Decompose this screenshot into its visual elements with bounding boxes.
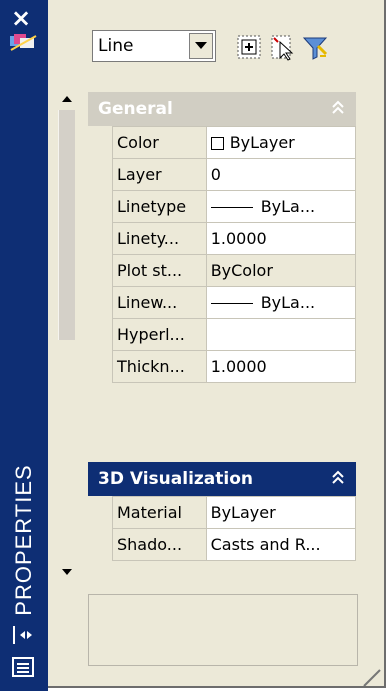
property-row[interactable]: Hyperl... (112, 318, 357, 351)
close-icon[interactable]: × (11, 6, 31, 30)
property-row[interactable]: Thickn... 1.0000 (112, 350, 357, 383)
palette-title-text: PROPERTIES (11, 464, 36, 616)
lineweight-sample-icon (210, 303, 253, 304)
object-type-dropdown[interactable]: Line (92, 30, 216, 62)
property-row[interactable]: Linew... ByLa... (112, 286, 357, 319)
palette-title: PROPERTIES (6, 450, 42, 630)
property-value[interactable]: Casts and R... (205, 528, 357, 561)
property-name: Linew... (112, 286, 207, 319)
property-value[interactable]: ByLayer (205, 496, 357, 529)
property-value[interactable]: ByLayer (205, 126, 357, 159)
property-row[interactable]: Linety... 1.0000 (112, 222, 357, 255)
property-name: Color (112, 126, 207, 159)
property-value[interactable]: 1.0000 (205, 350, 357, 383)
property-name: Linetype (112, 190, 207, 223)
scroll-up-icon[interactable] (60, 92, 74, 106)
property-value[interactable]: 0 (205, 158, 357, 191)
select-objects-icon[interactable] (268, 32, 298, 62)
section-title: 3D Visualization (98, 469, 253, 489)
property-name: Material (112, 496, 207, 529)
property-row[interactable]: Color ByLayer (112, 126, 357, 159)
dropdown-button[interactable] (189, 33, 213, 59)
properties-app-icon (10, 34, 37, 51)
property-row[interactable]: Plot st... ByColor (112, 254, 357, 287)
property-value[interactable]: ByLa... (205, 190, 357, 223)
row-gutter (88, 126, 112, 438)
description-panel (88, 594, 358, 666)
property-name: Layer (112, 158, 207, 191)
color-swatch-icon (210, 137, 224, 150)
object-type-value: Line (98, 36, 134, 56)
property-value[interactable]: 1.0000 (205, 222, 357, 255)
property-value-text: ByLa... (260, 293, 316, 312)
property-row[interactable]: Shado... Casts and R... (112, 528, 357, 561)
property-row[interactable]: Layer 0 (112, 158, 357, 191)
property-value-text: ByLa... (260, 197, 316, 216)
property-value: ByColor (205, 254, 357, 287)
general-properties-table: Color ByLayer Layer 0 Linetype ByLa... L… (112, 126, 357, 383)
collapse-icon[interactable] (330, 99, 346, 117)
property-name: Plot st... (112, 254, 207, 287)
linetype-sample-icon (210, 207, 253, 208)
section-title: General (98, 99, 173, 119)
visualization-properties-table: Material ByLayer Shado... Casts and R... (112, 496, 357, 561)
scrollbar-thumb[interactable] (58, 110, 75, 340)
property-value[interactable]: ByLa... (205, 286, 357, 319)
properties-menu-icon[interactable] (11, 656, 35, 678)
section-header-3d-visualization[interactable]: 3D Visualization (88, 462, 356, 496)
autohide-icon[interactable] (10, 624, 38, 646)
property-name: Linety... (112, 222, 207, 255)
toggle-pickadd-icon[interactable] (234, 32, 264, 62)
collapse-icon[interactable] (330, 469, 346, 487)
property-value-text: ByLayer (229, 133, 295, 152)
property-value[interactable] (205, 318, 357, 351)
row-gutter (88, 496, 112, 574)
quick-select-icon[interactable] (300, 32, 330, 62)
property-row[interactable]: Linetype ByLa... (112, 190, 357, 223)
property-name: Thickn... (112, 350, 207, 383)
property-row[interactable]: Material ByLayer (112, 496, 357, 529)
property-name: Shado... (112, 528, 207, 561)
chevron-down-icon (195, 42, 207, 49)
property-name: Hyperl... (112, 318, 207, 351)
scroll-down-icon[interactable] (60, 565, 74, 579)
resize-grip-icon[interactable] (362, 668, 382, 688)
palette-titlebar[interactable]: × PROPERTIES (0, 0, 48, 691)
section-header-general[interactable]: General (88, 92, 356, 126)
